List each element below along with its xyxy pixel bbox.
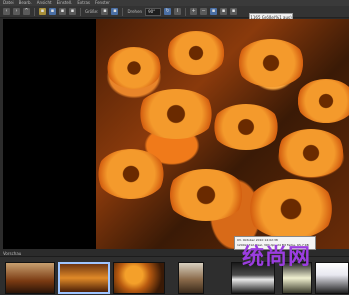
up-icon[interactable]: ^ bbox=[23, 8, 30, 15]
print-icon[interactable]: ▪ bbox=[59, 8, 66, 15]
thumbnail[interactable] bbox=[315, 262, 349, 294]
flower-image bbox=[296, 79, 349, 123]
flower-image bbox=[236, 39, 306, 87]
slideshow-icon[interactable]: ▪ bbox=[230, 8, 238, 15]
zoom-in-icon[interactable]: + bbox=[190, 8, 198, 15]
save-icon[interactable]: ▪ bbox=[49, 8, 56, 15]
flower-image bbox=[106, 47, 162, 89]
thumbnail[interactable] bbox=[113, 262, 165, 294]
flower-image bbox=[276, 129, 346, 177]
flower-image bbox=[211, 104, 281, 150]
crop-icon[interactable]: ▪ bbox=[111, 8, 119, 15]
rotate-label: Drehen bbox=[127, 9, 143, 14]
image-viewer[interactable] bbox=[96, 19, 349, 249]
flower-image bbox=[96, 149, 166, 199]
flower-image bbox=[136, 89, 216, 139]
toolbar-divider bbox=[185, 7, 187, 16]
thumbnail[interactable] bbox=[5, 262, 55, 294]
flower-image bbox=[166, 31, 226, 75]
resize-icon[interactable]: ▪ bbox=[101, 8, 109, 15]
fullscreen-icon[interactable]: ▪ bbox=[220, 8, 228, 15]
toolbar: ‹ › ^ ▪ ▪ ▪ ▪ Größe: ▪ ▪ Drehen 90° ↻ i … bbox=[0, 6, 349, 18]
back-icon[interactable]: ‹ bbox=[3, 8, 10, 15]
thumbnail[interactable] bbox=[58, 262, 110, 294]
folder-icon[interactable]: ▪ bbox=[39, 8, 46, 15]
toolbar-divider bbox=[34, 7, 35, 16]
left-panel bbox=[3, 19, 96, 249]
flower-image bbox=[246, 179, 336, 239]
watermark-logo: 统尚网 bbox=[242, 245, 312, 270]
rotate-icon[interactable]: ↻ bbox=[164, 8, 172, 15]
fit-window-icon[interactable]: ▪ bbox=[210, 8, 218, 15]
forward-icon[interactable]: › bbox=[13, 8, 20, 15]
size-label: Größe: bbox=[85, 9, 99, 14]
zoom-out-icon[interactable]: − bbox=[200, 8, 208, 15]
rotate-select[interactable]: 90° bbox=[145, 7, 162, 16]
thumbnail[interactable] bbox=[178, 262, 204, 294]
flower-image bbox=[166, 169, 246, 221]
toolbar-divider bbox=[122, 7, 124, 16]
info-icon[interactable]: i bbox=[174, 8, 182, 15]
toolbar-divider bbox=[80, 7, 81, 16]
copy-icon[interactable]: ▪ bbox=[69, 8, 76, 15]
